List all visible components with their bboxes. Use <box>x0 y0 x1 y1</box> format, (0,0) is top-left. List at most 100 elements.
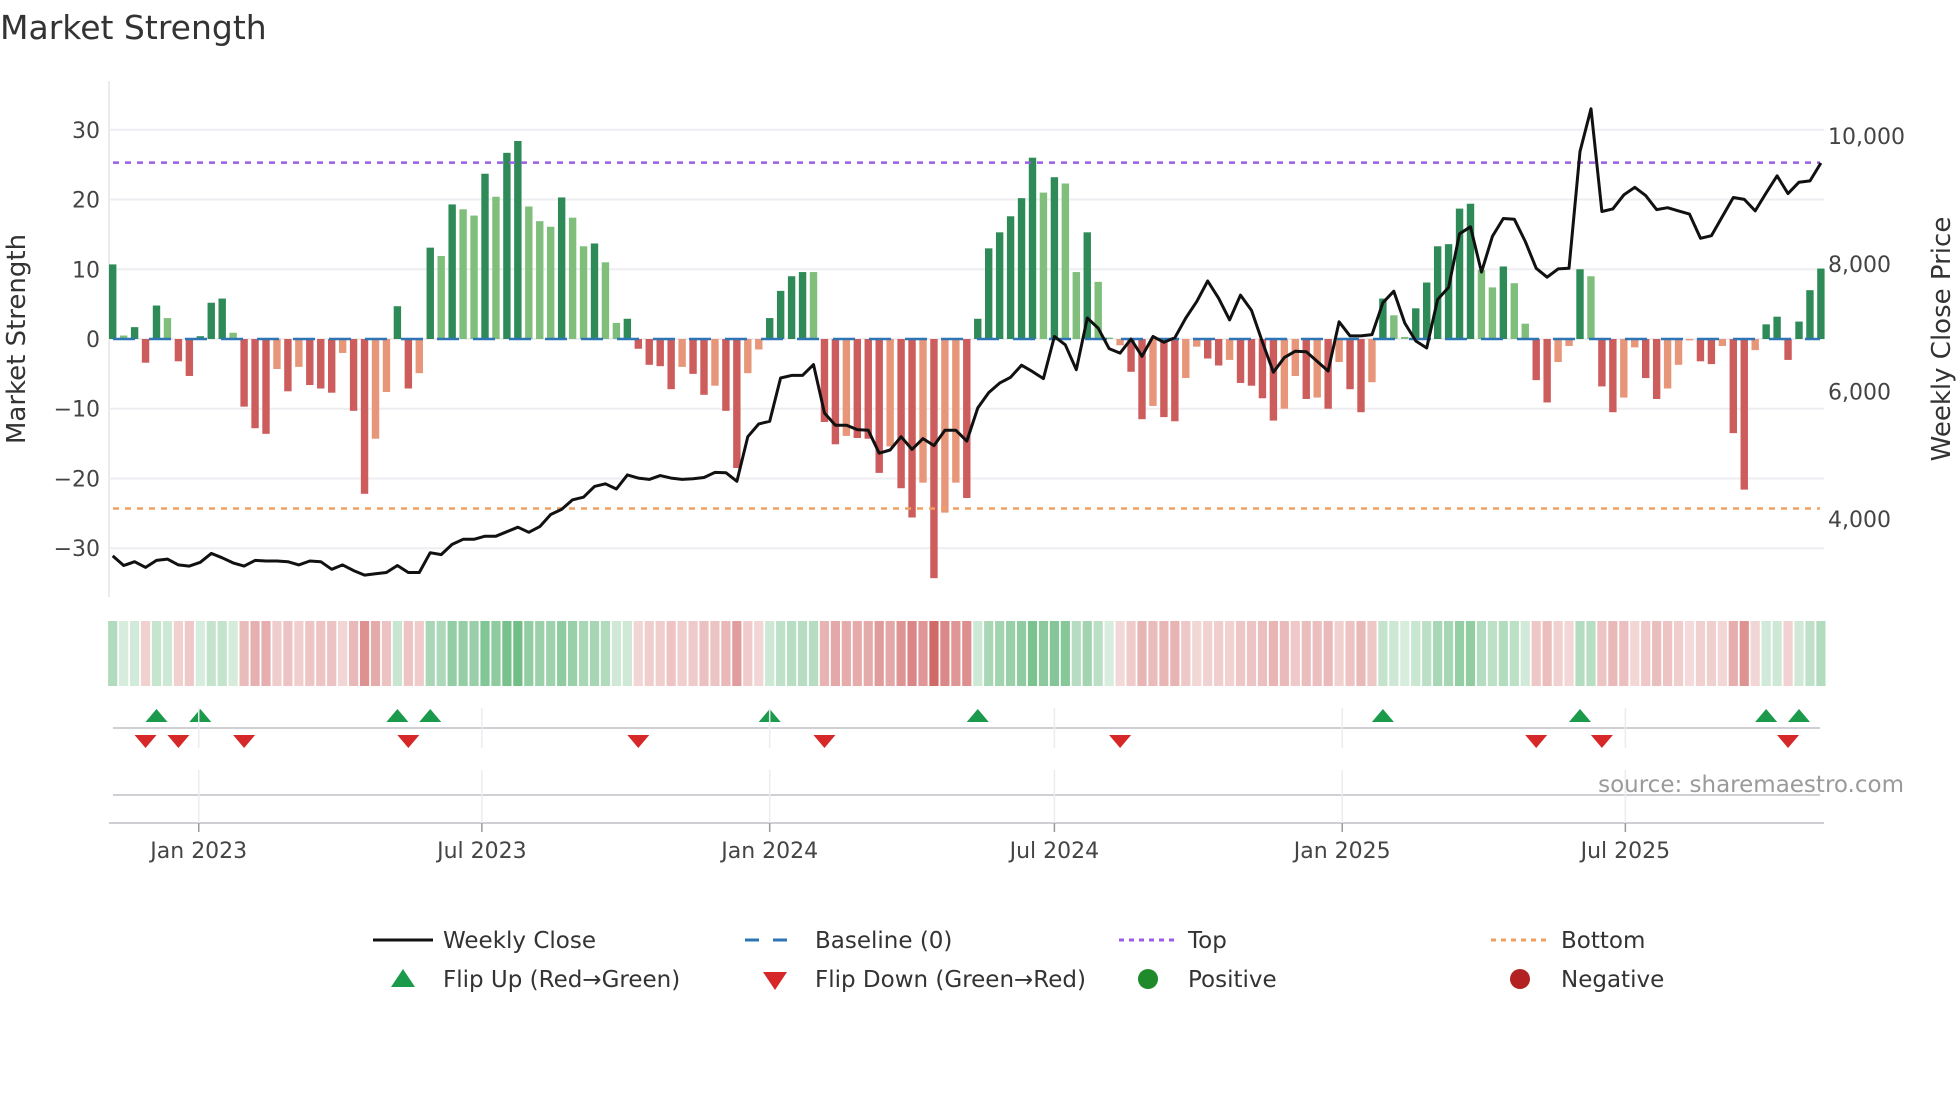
strength-bar <box>1390 315 1398 339</box>
heat-strip-cell <box>261 621 271 686</box>
heat-strip-cell <box>1389 621 1399 686</box>
strength-bar <box>1587 276 1595 339</box>
heat-strip-cell <box>1334 621 1344 686</box>
strength-bar <box>579 246 588 339</box>
heat-strip-cell <box>885 621 895 686</box>
heat-strip-cell <box>1411 621 1421 686</box>
flip-down-marker <box>167 735 190 748</box>
heat-strip-cell <box>732 621 742 686</box>
strength-bar <box>1247 339 1256 386</box>
strength-bar <box>415 339 423 374</box>
heat-strip-cell <box>1115 621 1125 686</box>
heat-strip-cell <box>206 621 216 686</box>
heat-strip-cell <box>1717 621 1727 686</box>
heat-strip-cell <box>140 621 151 686</box>
strength-bar <box>1598 339 1606 387</box>
strength-bar <box>689 339 697 374</box>
heat-strip-cell <box>338 621 348 686</box>
heat-strip-cell <box>469 621 479 686</box>
heat-strip-cell <box>1805 621 1815 686</box>
heat-strip-cell <box>1137 621 1147 686</box>
legend-negative-label: Negative <box>1561 967 1664 993</box>
flip-down-marker <box>233 735 256 748</box>
strength-bar <box>262 339 270 434</box>
heat-strip-cell <box>951 621 961 686</box>
heat-strip-cell <box>1345 621 1355 686</box>
heat-strip-cell <box>808 621 819 686</box>
heat-strip-cell <box>272 621 282 686</box>
flip-up-icon <box>391 969 415 987</box>
strength-bar <box>481 173 489 339</box>
heat-strip-cell <box>1071 621 1081 686</box>
heat-strip-cell <box>1597 621 1607 686</box>
strength-bar <box>853 339 861 439</box>
heat-strip-cell <box>1794 621 1804 686</box>
heat-strip-cell <box>1652 621 1662 686</box>
strength-bar <box>656 339 664 367</box>
heat-strip-cell <box>1257 621 1268 686</box>
strength-bar <box>1269 339 1278 421</box>
strength-bar <box>886 339 894 447</box>
strength-bar <box>470 215 478 339</box>
x-tick-label: Jan 2024 <box>719 839 818 864</box>
strength-bar <box>766 318 774 339</box>
strength-bar <box>152 305 161 339</box>
heat-strip-cell <box>1246 621 1257 686</box>
strength-bars <box>109 140 1825 579</box>
legend-bottom-label: Bottom <box>1561 928 1645 954</box>
y-tick-label: −30 <box>54 537 100 562</box>
heat-strip-cell <box>721 621 731 686</box>
strength-bar <box>590 243 599 339</box>
heat-strip-cell <box>918 621 928 686</box>
flip-up-marker <box>1788 709 1810 722</box>
heat-strip-cell <box>1641 621 1651 686</box>
strength-bar <box>1225 339 1234 360</box>
strength-bar <box>700 339 708 395</box>
strength-bar <box>437 256 445 339</box>
heat-strip-cell <box>447 621 457 686</box>
heat-strip-cell <box>283 621 293 686</box>
heat-strip-cell <box>1203 621 1213 686</box>
heat-strip-cell <box>1630 621 1640 686</box>
strength-bar <box>536 221 544 339</box>
strength-bar <box>1302 339 1310 399</box>
strength-bar <box>1642 339 1650 379</box>
heat-strip-cell <box>1487 621 1497 686</box>
heat-strip-cell <box>1016 621 1027 686</box>
heat-strip-cell <box>973 621 983 686</box>
heat-strip-cell <box>381 621 392 686</box>
strength-bar <box>349 339 358 411</box>
strength-bar <box>1795 321 1803 339</box>
strength-bar <box>1521 323 1529 339</box>
heat-strip-cell <box>1465 621 1476 686</box>
heat-strip-cell <box>896 621 906 686</box>
y-right-tick-label: 10,000 <box>1828 125 1905 150</box>
heat-strip-cell <box>130 621 140 686</box>
heat-strip-cell <box>765 621 775 686</box>
strength-bar <box>744 339 752 374</box>
heat-strip-cell <box>622 621 632 686</box>
heat-strip-cell <box>830 621 840 686</box>
heat-strip-cell <box>1400 621 1410 686</box>
heat-strip-cell <box>1290 621 1300 686</box>
flip-up-marker <box>966 709 989 722</box>
strength-bar <box>755 339 763 350</box>
heat-strip-cell <box>1564 621 1574 686</box>
heat-strip-cell <box>1027 621 1038 686</box>
strength-bar <box>1214 339 1223 366</box>
market-strength-chart: Market Strength 30 20 10 0 −10 −20 −30 10,000 8… <box>0 8 1957 993</box>
heat-strip-cell <box>819 621 830 686</box>
strength-bar <box>1335 339 1343 363</box>
strength-bar <box>1477 269 1486 339</box>
heat-strip-cell <box>414 621 424 686</box>
y-axis-right-title: Weekly Close Price <box>1927 217 1957 462</box>
strength-bar <box>908 339 916 518</box>
y-tick-label: 20 <box>72 189 100 214</box>
strength-bar <box>1433 246 1442 339</box>
x-tick-label: Jan 2025 <box>1292 839 1391 864</box>
strength-bar <box>404 339 413 389</box>
strength-bar <box>1171 339 1179 422</box>
heat-strip-cell <box>688 621 698 686</box>
strength-bar <box>1357 339 1365 413</box>
strength-bar <box>798 272 807 339</box>
